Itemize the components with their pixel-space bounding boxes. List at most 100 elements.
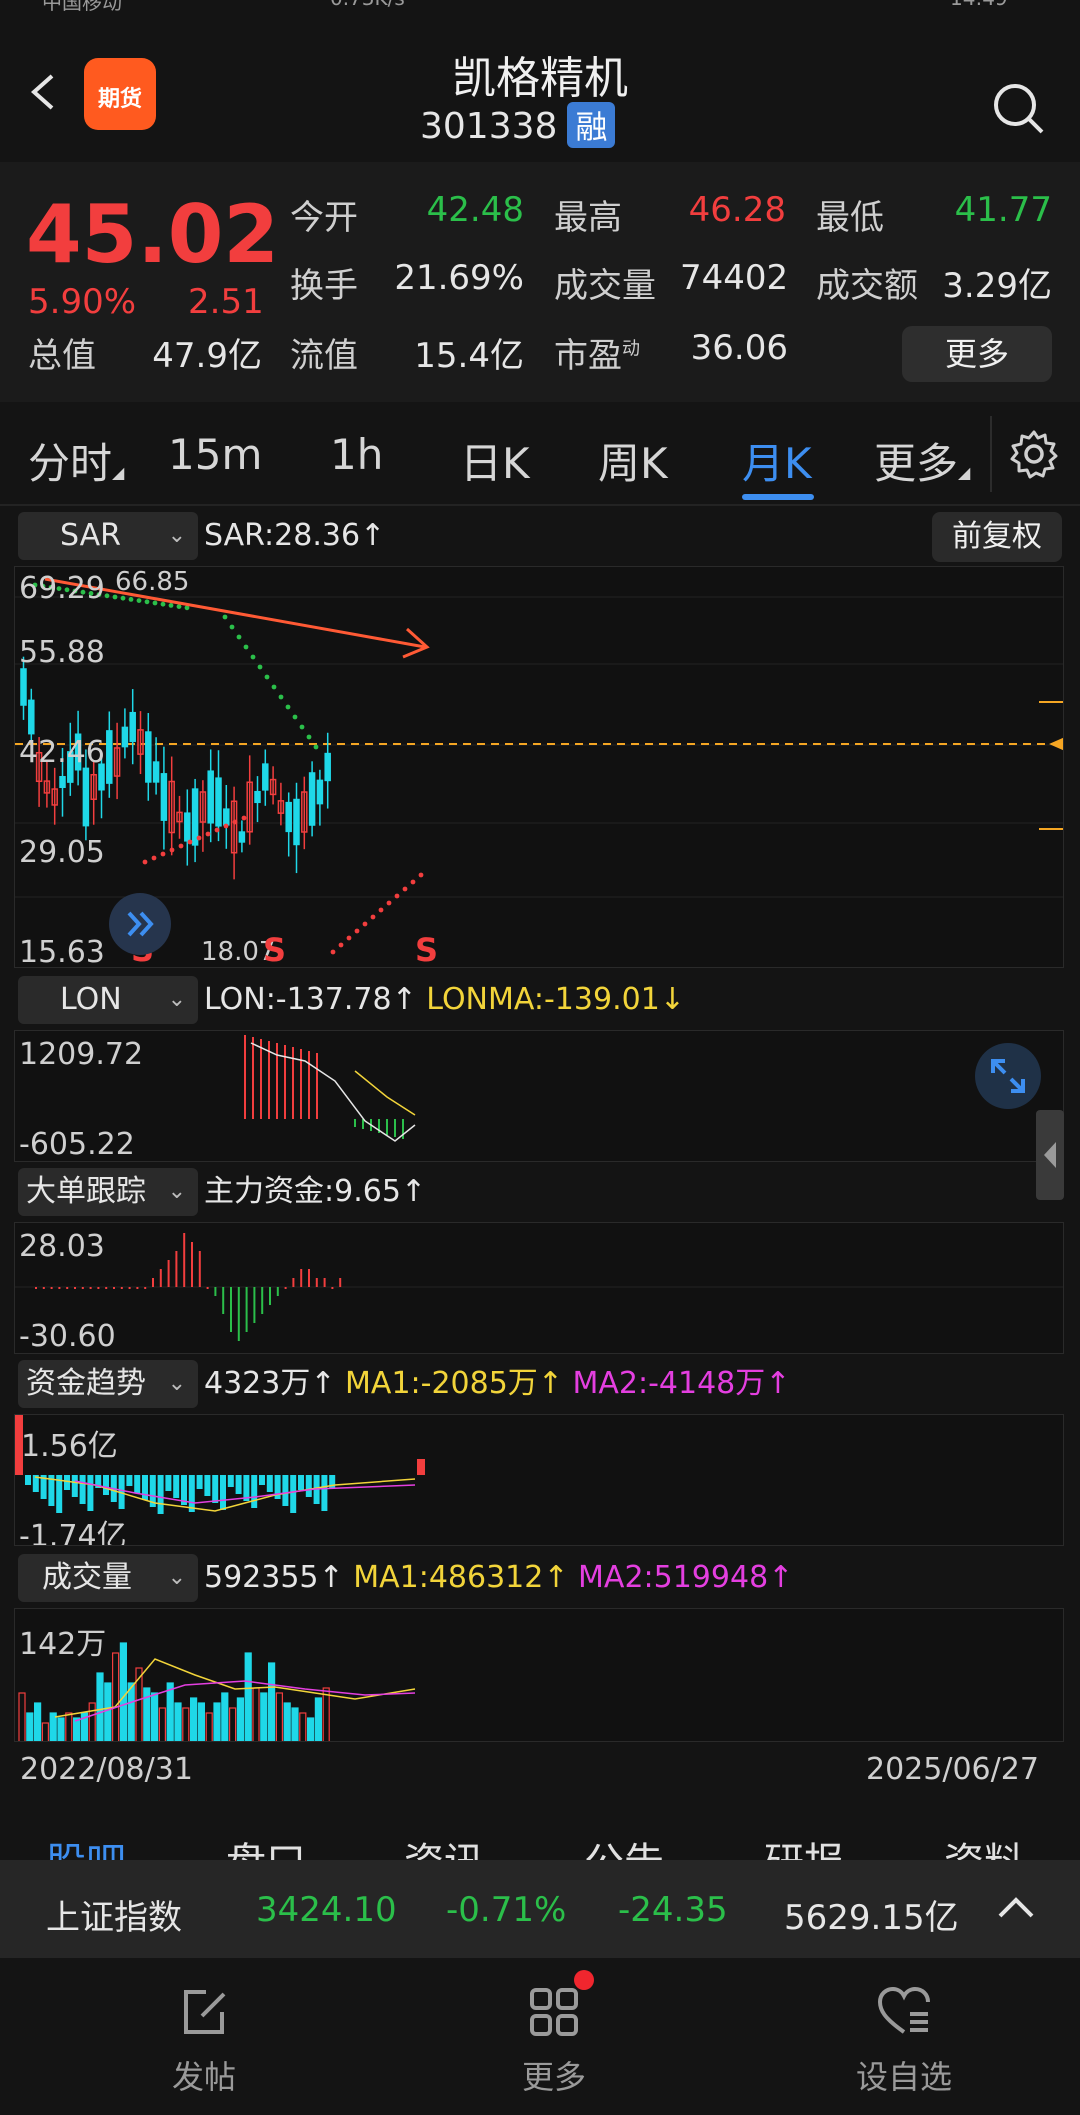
- volume-bar: [96, 1672, 104, 1741]
- settings-gear-icon[interactable]: [1008, 428, 1060, 480]
- chevron-down-icon: ⌄: [167, 987, 186, 1012]
- tab-pankou[interactable]: 盘口: [226, 1830, 306, 1860]
- lon-value: LON:-137.78↑: [204, 982, 417, 1017]
- volume-bar: [307, 1717, 315, 1741]
- lon-panel[interactable]: 1209.72 -605.22: [14, 1030, 1064, 1162]
- y-label: 29.05: [19, 835, 105, 870]
- volume-bar: [182, 1707, 190, 1741]
- tab-daily[interactable]: 日K: [460, 430, 530, 491]
- volume-label: 成交量: [554, 266, 656, 306]
- price-marker: [1049, 737, 1063, 751]
- bigorder-selector[interactable]: 大单跟踪 ⌄: [18, 1168, 198, 1216]
- futures-label: 期货: [97, 87, 142, 112]
- fund-bar: [134, 1475, 141, 1493]
- more-quote-button[interactable]: 更多: [902, 326, 1052, 382]
- bigorder-bar: [292, 1278, 295, 1287]
- chevron-down-icon: ⌄: [167, 1371, 186, 1396]
- expand-left-button[interactable]: [109, 893, 171, 955]
- sar-dot: [299, 724, 305, 730]
- lonma-line: [354, 1070, 416, 1116]
- candle: [121, 726, 129, 748]
- chevron-up-icon[interactable]: [996, 1892, 1036, 1922]
- y-label: -605.22: [19, 1127, 135, 1162]
- lon-selector[interactable]: LON ⌄: [18, 976, 198, 1024]
- sell-signal: S: [415, 931, 439, 968]
- sar-dot: [346, 935, 352, 941]
- candle: [145, 731, 152, 783]
- fund-panel[interactable]: 1.56亿 -1.74亿: [14, 1414, 1064, 1546]
- bigorder-bar: [308, 1269, 310, 1287]
- nav-post[interactable]: 发帖: [104, 1984, 304, 2098]
- bigorder-bar: [222, 1287, 225, 1314]
- candle: [316, 779, 324, 805]
- tab-intraday[interactable]: 分时◢: [28, 430, 124, 491]
- tab-weekly[interactable]: 周K: [598, 430, 668, 491]
- index-ticker-bar[interactable]: 上证指数 3424.10 -0.71% -24.35 5629.15亿: [0, 1860, 1080, 1958]
- sar-dot: [241, 815, 247, 821]
- bigorder-panel[interactable]: 28.03 -30.60: [14, 1222, 1064, 1354]
- sar-readout: SAR:28.36↑: [204, 518, 386, 553]
- market-cap-value: 47.9亿: [152, 336, 262, 376]
- volume-bar: [174, 1702, 182, 1741]
- fund-bar: [305, 1475, 312, 1497]
- high-value: 46.28: [688, 190, 786, 230]
- tab-guba[interactable]: 股吧: [46, 1830, 126, 1860]
- volume-bar: [221, 1692, 229, 1741]
- y-label: 28.03: [19, 1229, 105, 1264]
- candle: [285, 801, 292, 833]
- volume-bar: [41, 1722, 49, 1741]
- tab-profile[interactable]: 资料: [944, 1830, 1024, 1860]
- candle: [215, 777, 222, 827]
- y-label: 15.63: [19, 935, 105, 968]
- sar-dot: [330, 949, 336, 955]
- tab-announcements[interactable]: 公告: [584, 1830, 664, 1860]
- back-arrow-icon[interactable]: [24, 72, 64, 112]
- fund-bar: [298, 1475, 304, 1490]
- grid-icon: [530, 1988, 578, 2036]
- tab-news[interactable]: 资讯: [404, 1830, 484, 1860]
- fund-bar: [227, 1475, 234, 1487]
- sar-dot: [402, 886, 408, 892]
- sar-selector[interactable]: SAR ⌄: [18, 512, 198, 560]
- fund-bar: [282, 1475, 289, 1506]
- volume-bar: [34, 1702, 42, 1741]
- nav-add-watchlist[interactable]: 设自选: [804, 1984, 1004, 2098]
- bigorder-bar: [237, 1287, 240, 1341]
- index-change-percent: -0.71%: [446, 1890, 567, 1930]
- volume-bar: [291, 1707, 299, 1741]
- tab-monthly[interactable]: 月K: [742, 430, 812, 491]
- fund-bar: [157, 1475, 164, 1514]
- bigorder-bar: [284, 1287, 287, 1289]
- volume-bar: [111, 1652, 120, 1741]
- kline-chart: [15, 577, 1063, 955]
- index-change: -24.35: [618, 1890, 728, 1930]
- fullscreen-button[interactable]: [975, 1043, 1041, 1109]
- index-value: 3424.10: [256, 1890, 397, 1930]
- lon-line: [250, 1042, 416, 1142]
- volume-bar: [244, 1652, 252, 1741]
- quote-panel: 45.02 5.90% 2.51 今开 42.48 最高 46.28 最低 41…: [0, 162, 1080, 402]
- tab-15m[interactable]: 15m: [168, 430, 262, 479]
- sar-dot: [104, 593, 110, 599]
- adjust-button[interactable]: 前复权: [932, 512, 1062, 562]
- y-label: 42.46: [19, 735, 105, 770]
- kline-panel[interactable]: 69.29 66.85 55.88 42.46 29.05 15.63 18.0…: [14, 566, 1064, 968]
- bigorder-bar: [74, 1287, 76, 1289]
- candle: [207, 770, 214, 824]
- bigorder-bar: [128, 1287, 131, 1289]
- tab-research[interactable]: 研报: [764, 1830, 844, 1860]
- volume-bar: [57, 1717, 65, 1741]
- change-percent: 5.90%: [28, 282, 137, 322]
- side-drawer-handle[interactable]: [1036, 1110, 1064, 1200]
- fund-selector[interactable]: 资金趋势 ⌄: [18, 1360, 198, 1408]
- volume-panel[interactable]: 142万: [14, 1608, 1064, 1742]
- search-icon[interactable]: [990, 80, 1046, 136]
- candle: [152, 761, 160, 783]
- fund-bar: [71, 1475, 78, 1497]
- tab-1h[interactable]: 1h: [330, 430, 383, 479]
- bigorder-bar: [261, 1287, 264, 1314]
- tab-more[interactable]: 更多◢: [874, 430, 970, 491]
- nav-more[interactable]: 更多: [454, 1984, 654, 2098]
- volume-selector[interactable]: 成交量 ⌄: [18, 1554, 198, 1602]
- futures-logo[interactable]: 期货: [84, 58, 156, 130]
